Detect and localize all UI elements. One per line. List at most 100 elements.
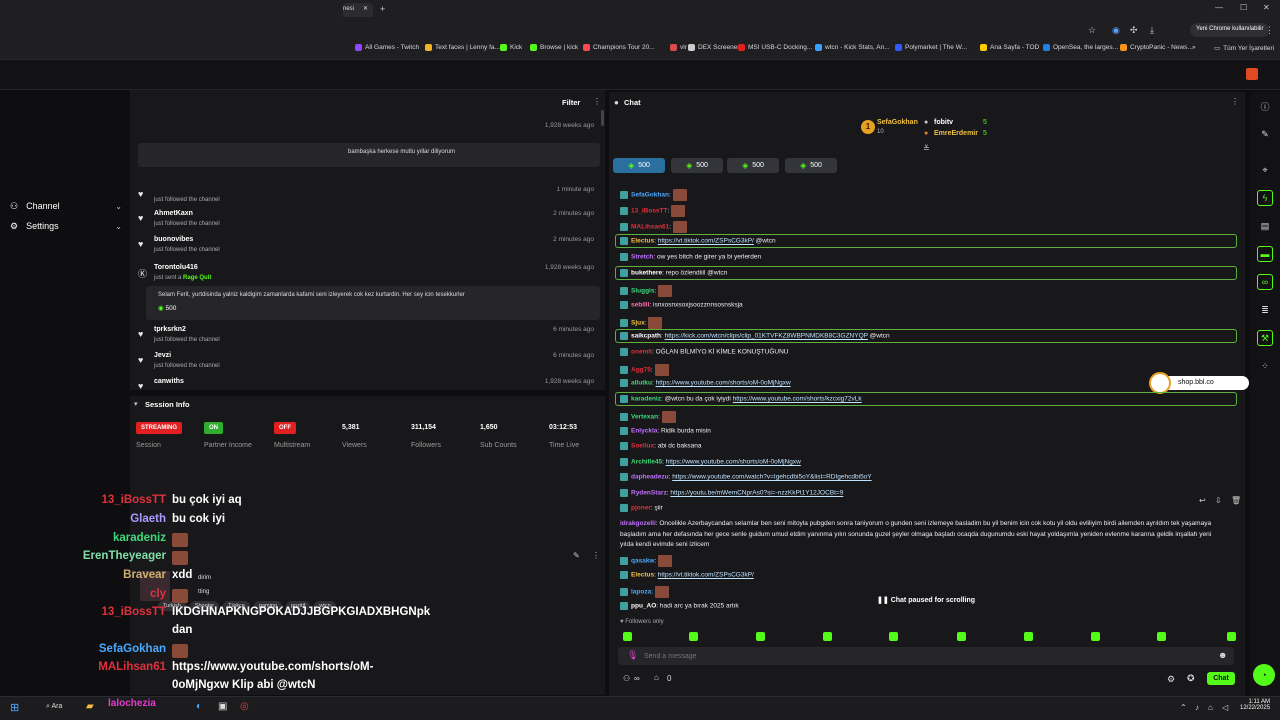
bookmark-item[interactable]: vlr [670,44,687,51]
chat-message[interactable]: Enlyckla: Ridik burda misin [620,427,711,435]
link-icon[interactable]: ∞ [1257,274,1273,290]
nav-channel[interactable]: ⚇ Channel ⌄ [10,198,122,214]
mic-tray-icon[interactable]: ♪ [1195,703,1199,712]
nav-settings[interactable]: ⚙ Settings ⌄ [10,218,122,234]
reply-icon[interactable]: ↩ [1199,496,1206,505]
browser-menu-icon[interactable]: ⋮ [1265,25,1274,36]
emoji-icon[interactable]: ☻ [1218,650,1227,660]
chat-username[interactable]: pjoner [631,505,651,512]
chat-username[interactable]: Electus [631,572,654,579]
feed-menu-icon[interactable]: ⋮ [593,97,601,106]
chat-username[interactable]: lapoza [631,589,651,596]
chat-input[interactable] [644,649,1204,663]
quick-emote-icon[interactable] [823,632,832,641]
chat-username[interactable]: dapheadezu [631,474,669,481]
chat-message[interactable]: lapoza: [620,586,669,598]
clock[interactable]: 1:11 AM 12/22/2025 [1240,699,1270,711]
help-bubble-icon[interactable]: ◔ [1253,664,1275,686]
filter-button[interactable]: Filter [562,98,580,107]
download-icon[interactable]: ⤓ [1150,25,1154,36]
taskbar-search[interactable]: ⌕ Ara [46,703,62,711]
quick-emote-icon[interactable] [957,632,966,641]
bookmark-item[interactable]: Kick [500,44,522,51]
feed-scrollbar[interactable] [601,110,604,126]
chat-link[interactable]: https://vt.tiktok.com/ZSPsCG3kP/ [658,238,754,245]
chat-username[interactable]: Stretch [631,254,653,261]
chat-username[interactable]: Archille45 [631,459,662,466]
stack-icon[interactable]: ≣ [1257,302,1273,318]
chat-link[interactable]: https://www.youtube.com/shorts/kzcxig72v… [733,396,862,403]
new-tab-icon[interactable]: + [380,4,385,14]
chat-username[interactable]: SefaGokhan [631,192,669,199]
chat-username[interactable]: onemli [631,349,652,356]
chat-message[interactable]: allutku: https://www.youtube.com/shorts/… [620,379,791,387]
chat-message[interactable]: Archille45: https://www.youtube.com/shor… [620,458,801,466]
network-icon[interactable]: ⌂ [1208,703,1213,712]
chat-message-long[interactable]: idrakgozelli: Oncelikle Azerbaycandan se… [620,519,1220,551]
bookmark-item[interactable]: DEX Screener [688,44,740,51]
chat-username[interactable]: Sjux [631,320,645,327]
chat-message[interactable]: Stretch: ow yes bitch de girer ya bi yer… [620,253,761,261]
extensions-puzzle-icon[interactable]: ✣ [1130,25,1138,36]
chat-message[interactable]: Electus: https://vt.tiktok.com/ZSPsCG3kP… [620,237,776,245]
chat-link[interactable]: https://www.youtube.com/shorts/oM-0oMjNg… [666,459,801,466]
bookmark-item[interactable]: Text faces | Lenny fa... [425,44,500,51]
chat-message[interactable]: RydenStarz: https://youtu.be/mWemCNprAs0… [620,489,843,497]
chat-link[interactable]: https://www.youtube.com/watch?v=Igehcdbi… [672,474,871,481]
bookmark-item[interactable]: Polymarket | The W... [895,44,967,51]
quick-emote-icon[interactable] [623,632,632,641]
chat-link[interactable]: https://kick.com/wtcn/clips/clip_01KTVFK… [665,333,868,340]
quick-emote-icon[interactable] [1024,632,1033,641]
bookmark-item[interactable]: wtcn - Kick Stats, An... [815,44,890,51]
quick-emote-icon[interactable] [1091,632,1100,641]
edit-icon[interactable]: ✎ [573,551,580,560]
chat-paused-banner[interactable]: ❚❚ Chat paused for scrolling [877,596,975,604]
quick-emote-icon[interactable] [889,632,898,641]
steam-icon[interactable]: ◐ [196,701,202,712]
chat-username[interactable]: allutku [631,380,652,387]
chat-message[interactable]: pjoner: şiir [620,504,663,512]
minimize-icon[interactable]: — [1215,3,1223,12]
collapse-icon[interactable]: ▾ [134,400,138,408]
feed-username[interactable]: AhmetKaxn [154,210,193,217]
chat-username[interactable]: Soellux [631,443,654,450]
quick-emote-icon[interactable] [1157,632,1166,641]
chat-message[interactable]: Electus: https://vt.tiktok.com/ZSPsCG3kP… [620,571,754,579]
bookmark-item[interactable]: All Games - Twitch [355,44,419,51]
chat-settings-icon[interactable]: ⚙ [1167,674,1175,685]
gift-tier[interactable]: ◈ 500 [613,158,665,173]
chat-message[interactable]: sebilll: isnxosnxsoxjsoozznnsosnsksja [620,301,743,309]
chat-username[interactable]: Enlyckla [631,428,657,435]
chat-username[interactable]: Agg75 [631,367,651,374]
delete-icon[interactable]: 🗑 [1231,496,1241,505]
quick-emote-icon[interactable] [689,632,698,641]
quick-emote-icon[interactable] [1227,632,1236,641]
chat-username[interactable]: 13_iBossTT [631,208,668,215]
chat-link[interactable]: https://www.youtube.com/shorts/oM-0oMjNg… [656,380,791,387]
chat-message[interactable]: Soellux: abi dc baksana [620,442,701,450]
pin-icon[interactable]: ⇩ [1215,496,1222,505]
chat-username[interactable]: idrakgozelli [620,520,656,527]
maximize-icon[interactable]: ☐ [1240,3,1247,12]
bookmark-item[interactable]: CryptoPanic - News... [1120,44,1193,51]
mic-icon[interactable]: 🎙 [627,650,638,661]
stream-menu-icon[interactable]: ⋮ [592,551,600,560]
feed-username[interactable]: canwiths [154,378,184,385]
chat-message[interactable]: karadeniz: @wtcn bu da çok iyiydi https:… [620,395,862,403]
bookmark-item[interactable]: Ana Sayfa - TOD [980,44,1039,51]
apps-icon[interactable]: ⁘ [1257,358,1273,374]
bookmark-item[interactable]: Champions Tour 20... [583,44,655,51]
chat-message[interactable]: MALihsan61: [620,221,687,233]
chat-message[interactable]: Sluggis: [620,285,673,297]
tab-close-icon[interactable]: ✕ [363,5,368,12]
all-bookmarks[interactable]: ▭ Tüm Yer İşaretleri [1214,44,1274,53]
gift-tier[interactable]: ◈ 500 [785,158,837,173]
chat-username[interactable]: qasakw [631,558,655,565]
expand-leaderboard-icon[interactable]: ≚ [923,144,930,153]
send-chat-button[interactable]: Chat [1207,672,1235,685]
windows-start-icon[interactable]: ⊞ [10,701,19,714]
quick-emote-icon[interactable] [756,632,765,641]
gift-tier[interactable]: ◈ 500 [727,158,779,173]
feed-username[interactable]: Torontolu416 [154,264,198,271]
chat-icon[interactable]: ▬ [1257,246,1273,262]
